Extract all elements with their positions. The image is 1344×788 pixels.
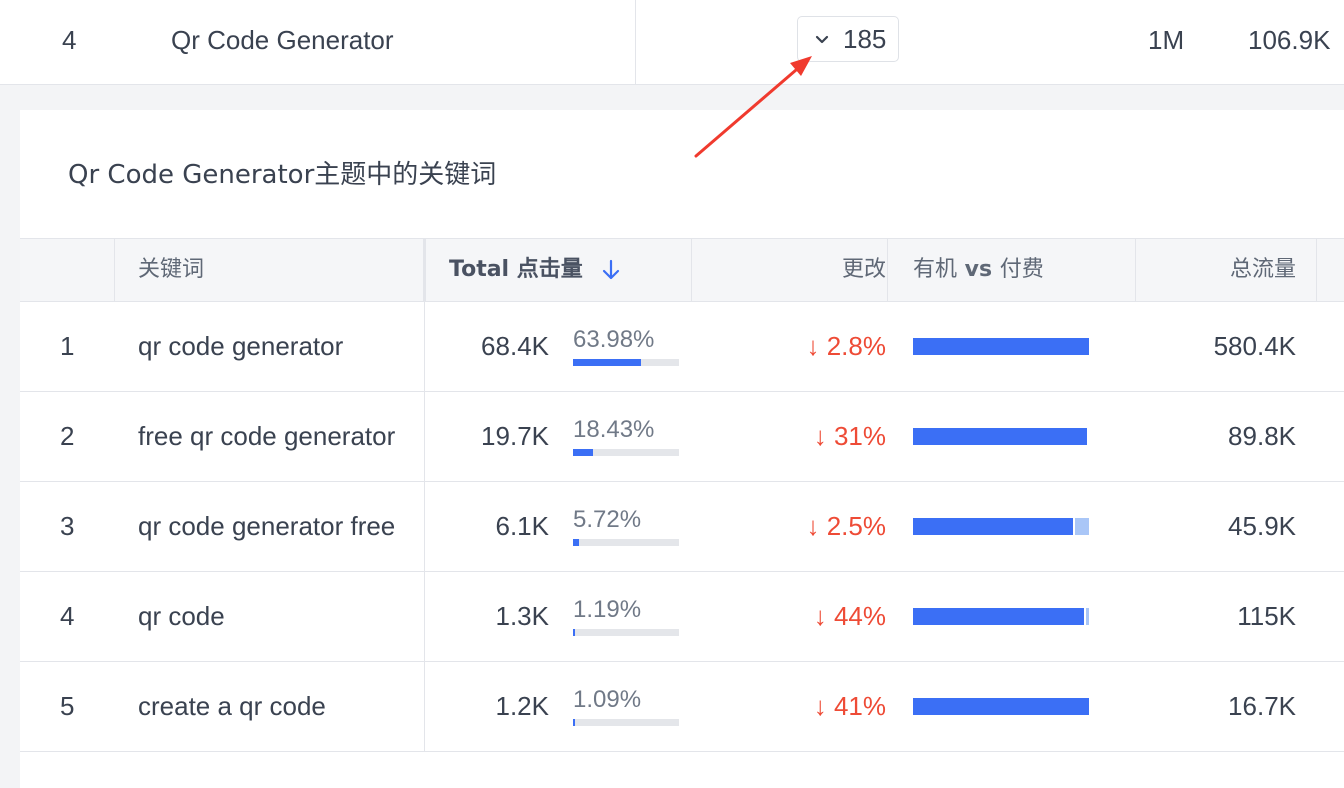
row-total-traffic: 89.8K <box>1228 421 1296 451</box>
row-change: ↓ 2.5% <box>806 511 887 541</box>
header-keyword[interactable]: 关键词 <box>138 239 204 301</box>
keyword-count: 185 <box>843 24 887 54</box>
row-rank: 2 <box>60 421 75 451</box>
table-header: 关键词 Total 点击量 更改 有机 vs 付费 总流量 <box>20 238 1344 302</box>
row-total-traffic: 16.7K <box>1228 691 1296 721</box>
panel-title: Qr Code Generator主题中的关键词 <box>68 160 497 190</box>
row-total-traffic: 580.4K <box>1213 331 1296 361</box>
header-divider <box>1135 239 1136 301</box>
row-clicks: 1.3K <box>495 601 550 631</box>
organic-segment <box>913 428 1087 445</box>
topic-keywords-panel: Qr Code Generator主题中的关键词 关键词 Total 点击量 更… <box>20 110 1344 788</box>
row-clicks: 6.1K <box>495 511 550 541</box>
organic-vs-paid-bar <box>913 338 1089 355</box>
click-share-bar <box>573 359 679 366</box>
row-total-traffic: 115K <box>1237 601 1296 631</box>
topic-name: Qr Code Generator <box>171 25 394 55</box>
row-change: ↓ 44% <box>813 601 886 631</box>
row-total-traffic: 45.9K <box>1228 511 1296 541</box>
row-rank: 4 <box>60 601 75 631</box>
row-clicks: 68.4K <box>481 331 549 361</box>
header-divider <box>691 239 692 301</box>
table-row[interactable]: 1 qr code generator 68.4K 63.98% ↓ 2.8% … <box>20 302 1344 392</box>
organic-vs-paid-bar <box>913 608 1089 625</box>
click-share-fill <box>573 629 575 636</box>
header-vs: vs <box>957 257 1000 282</box>
row-keyword[interactable]: qr code generator free <box>138 482 398 570</box>
column-divider <box>424 302 425 752</box>
header-clicks-label: Total 点击量 <box>449 257 583 282</box>
arrow-down-icon <box>603 259 620 280</box>
click-share-bar <box>573 629 679 636</box>
header-divider <box>423 239 426 301</box>
header-total-traffic[interactable]: 总流量 <box>1230 239 1296 301</box>
organic-segment <box>913 338 1089 355</box>
click-share-fill <box>573 539 579 546</box>
row-change: ↓ 31% <box>813 421 886 451</box>
table-row[interactable]: 3 qr code generator free 6.1K 5.72% ↓ 2.… <box>20 482 1344 572</box>
row-keyword[interactable]: qr code <box>138 572 398 660</box>
row-click-share: 63.98% <box>573 326 655 353</box>
organic-segment <box>913 518 1073 535</box>
click-share-fill <box>573 359 641 366</box>
click-share-bar <box>573 539 679 546</box>
organic-vs-paid-bar <box>913 518 1089 535</box>
organic-segment <box>913 698 1089 715</box>
row-keyword[interactable]: free qr code generator <box>138 392 398 480</box>
row-change: ↓ 41% <box>813 691 886 721</box>
row-click-share: 5.72% <box>573 506 642 533</box>
header-organic-vs-paid[interactable]: 有机 vs 付费 <box>913 239 1044 301</box>
table-row[interactable]: 5 create a qr code 1.2K 1.09% ↓ 41% 16.7… <box>20 662 1344 752</box>
row-clicks: 19.7K <box>481 421 549 451</box>
row-click-share: 1.19% <box>573 596 642 623</box>
column-divider <box>635 0 636 84</box>
row-change: ↓ 2.8% <box>806 331 887 361</box>
header-divider <box>1316 239 1317 301</box>
table-row[interactable]: 2 free qr code generator 19.7K 18.43% ↓ … <box>20 392 1344 482</box>
click-share-fill <box>573 449 593 456</box>
topic-row[interactable]: 4 Qr Code Generator 185 1M 106.9K <box>0 0 1344 85</box>
chevron-down-icon <box>815 35 829 44</box>
header-divider <box>887 239 888 301</box>
row-keyword[interactable]: qr code generator <box>138 302 398 390</box>
paid-segment <box>1086 608 1089 625</box>
header-clicks-sort[interactable]: Total 点击量 <box>449 239 622 301</box>
header-change[interactable]: 更改 <box>842 239 886 301</box>
click-share-fill <box>573 719 575 726</box>
row-rank: 3 <box>60 511 75 541</box>
header-paid: 付费 <box>999 257 1044 282</box>
paid-segment <box>1075 518 1089 535</box>
header-organic: 有机 <box>913 257 958 282</box>
table-row[interactable]: 4 qr code 1.3K 1.19% ↓ 44% 115K <box>20 572 1344 662</box>
organic-vs-paid-bar <box>913 428 1089 445</box>
row-click-share: 1.09% <box>573 686 642 713</box>
row-rank: 1 <box>60 331 75 361</box>
organic-segment <box>913 608 1084 625</box>
organic-vs-paid-bar <box>913 698 1089 715</box>
row-clicks: 1.2K <box>495 691 550 721</box>
row-click-share: 18.43% <box>573 416 655 443</box>
topic-rank: 4 <box>62 25 77 55</box>
header-divider <box>114 239 115 301</box>
keyword-count-toggle-button[interactable]: 185 <box>797 16 899 62</box>
row-rank: 5 <box>60 691 75 721</box>
row-keyword[interactable]: create a qr code <box>138 662 398 750</box>
click-share-bar <box>573 449 679 456</box>
click-share-bar <box>573 719 679 726</box>
topic-volume: 1M <box>1148 25 1185 55</box>
topic-traffic: 106.9K <box>1248 25 1331 55</box>
